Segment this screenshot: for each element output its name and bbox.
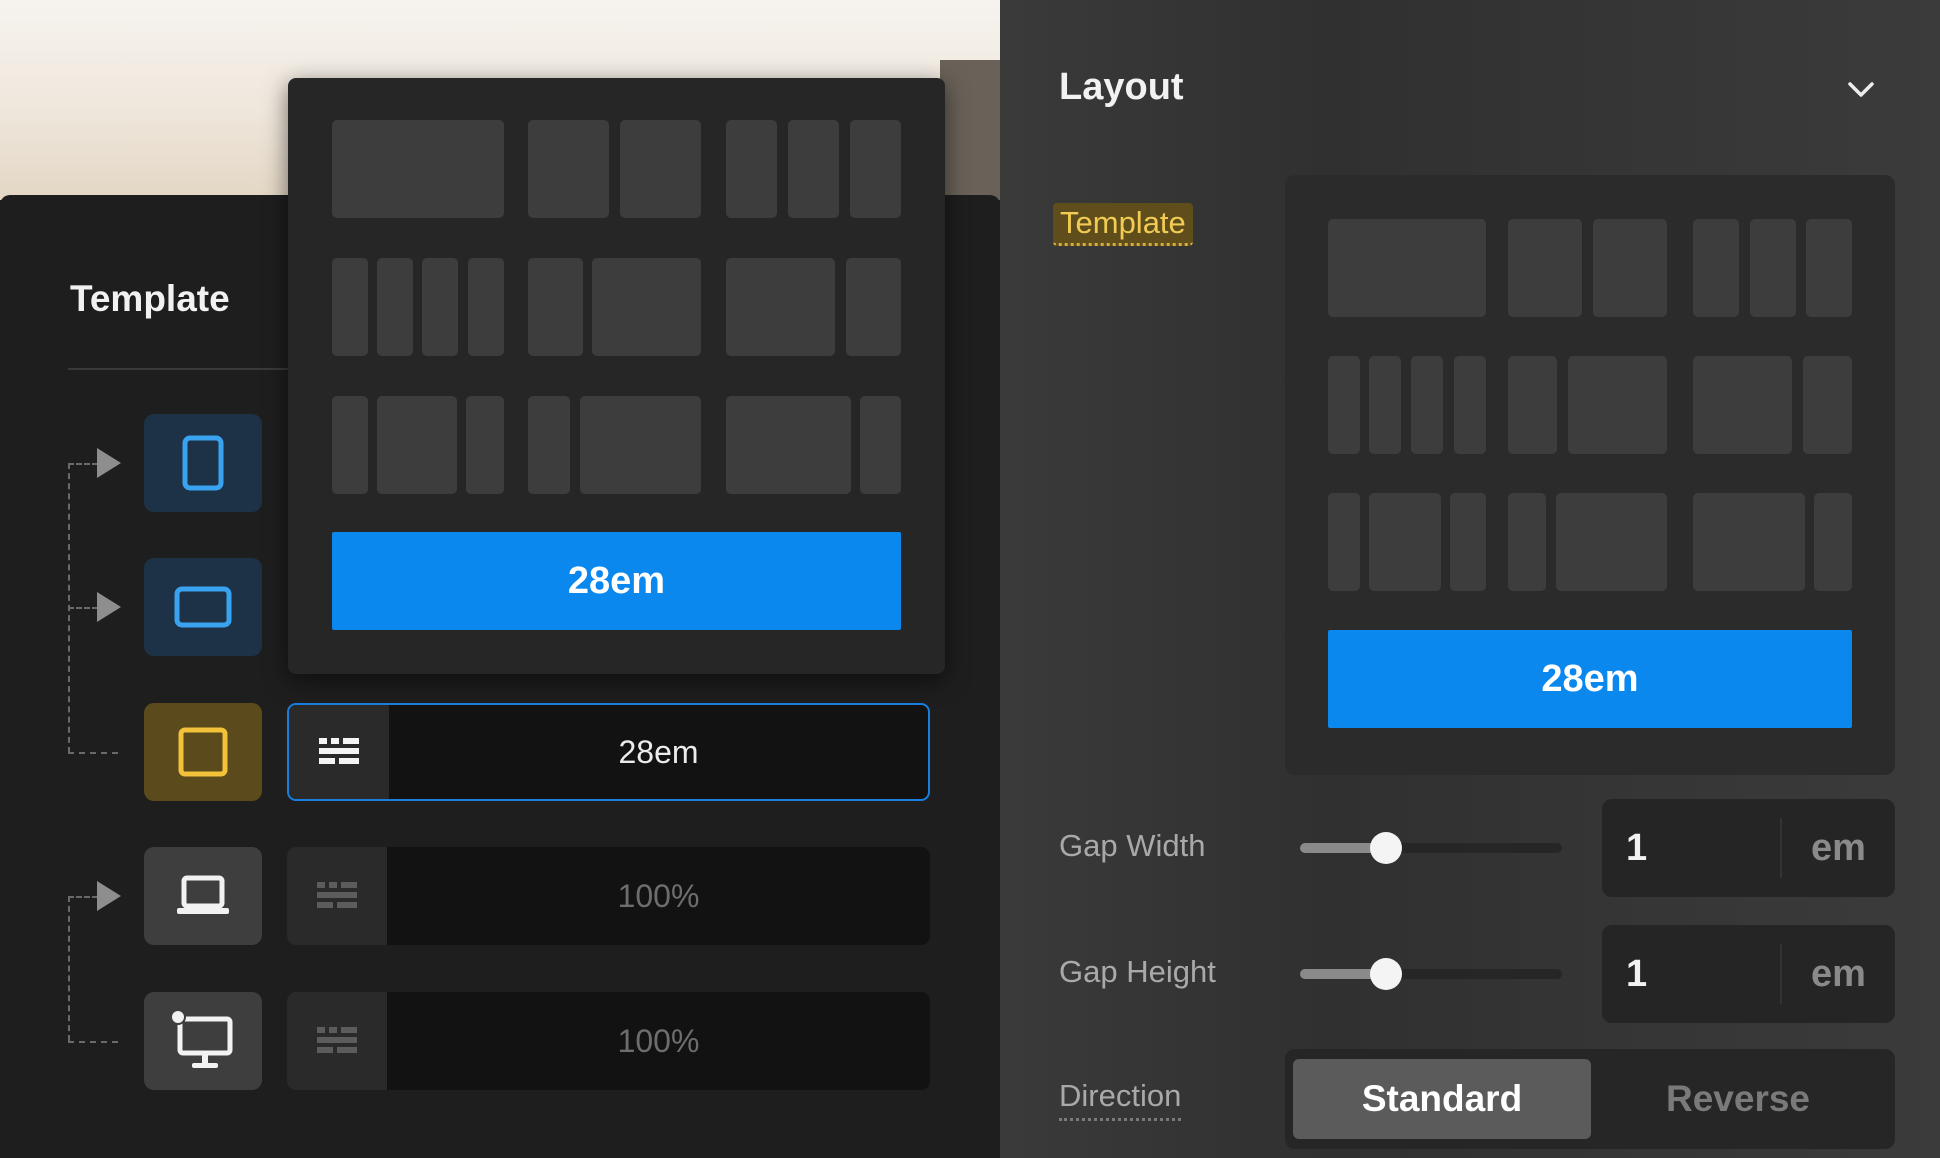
template-option[interactable]: [580, 396, 701, 494]
tree-connector: [68, 463, 98, 465]
template-option[interactable]: [1814, 493, 1852, 591]
template-label: Template: [1053, 203, 1193, 246]
tree-connector: [68, 896, 98, 898]
direction-toggle: Standard Reverse: [1285, 1049, 1895, 1149]
template-value[interactable]: 28em: [389, 705, 928, 799]
template-option[interactable]: [1568, 356, 1667, 454]
template-option[interactable]: [332, 120, 504, 218]
tablet-portrait-icon: [182, 435, 224, 491]
gap-width-input[interactable]: 1 em: [1602, 799, 1895, 897]
tree-connector: [68, 752, 118, 754]
template-panel-title: Template: [70, 278, 230, 319]
template-option[interactable]: [1411, 356, 1443, 454]
template-option[interactable]: [1369, 493, 1441, 591]
gap-height-value[interactable]: 1: [1602, 953, 1780, 996]
template-grid-panel: 28em: [1285, 175, 1895, 775]
template-option[interactable]: [1328, 356, 1360, 454]
template-picker-popup: 28em: [288, 78, 945, 674]
layout-panel-title: Layout: [1059, 66, 1184, 108]
tree-connector: [68, 896, 70, 1041]
template-option[interactable]: [422, 258, 458, 356]
template-option[interactable]: [860, 396, 901, 494]
template-option[interactable]: [1693, 219, 1739, 317]
template-option[interactable]: [1750, 219, 1796, 317]
selected-template-button[interactable]: 28em: [1328, 630, 1852, 728]
device-desktop-button[interactable]: [144, 992, 262, 1090]
popup-selected-template-button[interactable]: 28em: [332, 532, 901, 630]
square-device-icon: [178, 727, 228, 777]
template-option[interactable]: [377, 396, 457, 494]
gap-height-input[interactable]: 1 em: [1602, 925, 1895, 1023]
direction-standard-option[interactable]: Standard: [1293, 1059, 1591, 1139]
tree-connector: [68, 607, 98, 609]
grid-layout-icon[interactable]: [287, 992, 387, 1090]
template-option[interactable]: [528, 396, 570, 494]
template-option[interactable]: [1508, 356, 1557, 454]
template-option[interactable]: [1806, 219, 1852, 317]
template-value[interactable]: 100%: [387, 992, 930, 1090]
template-value[interactable]: 100%: [387, 847, 930, 945]
template-option[interactable]: [528, 120, 609, 218]
template-option[interactable]: [1328, 219, 1486, 317]
direction-reverse-option[interactable]: Reverse: [1589, 1059, 1887, 1139]
template-option[interactable]: [332, 258, 368, 356]
gap-width-slider[interactable]: [1300, 832, 1562, 864]
template-option[interactable]: [788, 120, 839, 218]
template-row-square[interactable]: 28em: [287, 703, 930, 801]
template-option[interactable]: [377, 258, 413, 356]
expand-arrow-icon[interactable]: [97, 448, 121, 478]
template-option[interactable]: [468, 258, 504, 356]
expand-arrow-icon[interactable]: [97, 592, 121, 622]
template-option[interactable]: [1593, 219, 1667, 317]
template-option[interactable]: [592, 258, 701, 356]
gap-height-unit[interactable]: em: [1782, 953, 1895, 996]
template-option[interactable]: [528, 258, 583, 356]
template-option[interactable]: [726, 258, 835, 356]
template-option[interactable]: [1556, 493, 1667, 591]
template-row-desktop[interactable]: 100%: [287, 992, 930, 1090]
expand-arrow-icon[interactable]: [97, 881, 121, 911]
template-option[interactable]: [1369, 356, 1401, 454]
template-option[interactable]: [850, 120, 901, 218]
device-laptop-button[interactable]: [144, 847, 262, 945]
gap-height-label: Gap Height: [1059, 954, 1216, 989]
device-tablet-landscape-button[interactable]: [144, 558, 262, 656]
desktop-icon: [170, 1009, 233, 1068]
template-option[interactable]: [1693, 493, 1805, 591]
grid-layout-icon[interactable]: [289, 705, 389, 799]
template-option[interactable]: [332, 396, 368, 494]
template-option[interactable]: [726, 396, 851, 494]
tree-connector: [68, 1041, 118, 1043]
divider: [68, 368, 288, 370]
template-option[interactable]: [1803, 356, 1852, 454]
template-option[interactable]: [1693, 356, 1792, 454]
gap-width-label: Gap Width: [1059, 828, 1206, 863]
grid-layout-icon[interactable]: [287, 847, 387, 945]
template-row-laptop[interactable]: 100%: [287, 847, 930, 945]
template-option[interactable]: [1450, 493, 1486, 591]
background-strip: [940, 60, 1000, 200]
chevron-down-icon[interactable]: [1844, 72, 1878, 106]
laptop-icon: [177, 875, 229, 914]
tablet-landscape-icon: [174, 586, 232, 628]
template-option[interactable]: [1454, 356, 1486, 454]
gap-width-value[interactable]: 1: [1602, 827, 1780, 870]
template-option[interactable]: [620, 120, 701, 218]
template-option[interactable]: [846, 258, 901, 356]
gap-height-slider[interactable]: [1300, 958, 1562, 990]
gap-width-unit[interactable]: em: [1782, 827, 1895, 870]
template-option[interactable]: [466, 396, 504, 494]
device-tablet-portrait-button[interactable]: [144, 414, 262, 512]
device-square-button[interactable]: [144, 703, 262, 801]
direction-label: Direction: [1059, 1078, 1182, 1121]
template-option[interactable]: [726, 120, 777, 218]
template-option[interactable]: [1328, 493, 1360, 591]
template-option[interactable]: [1508, 493, 1546, 591]
template-option[interactable]: [1508, 219, 1582, 317]
